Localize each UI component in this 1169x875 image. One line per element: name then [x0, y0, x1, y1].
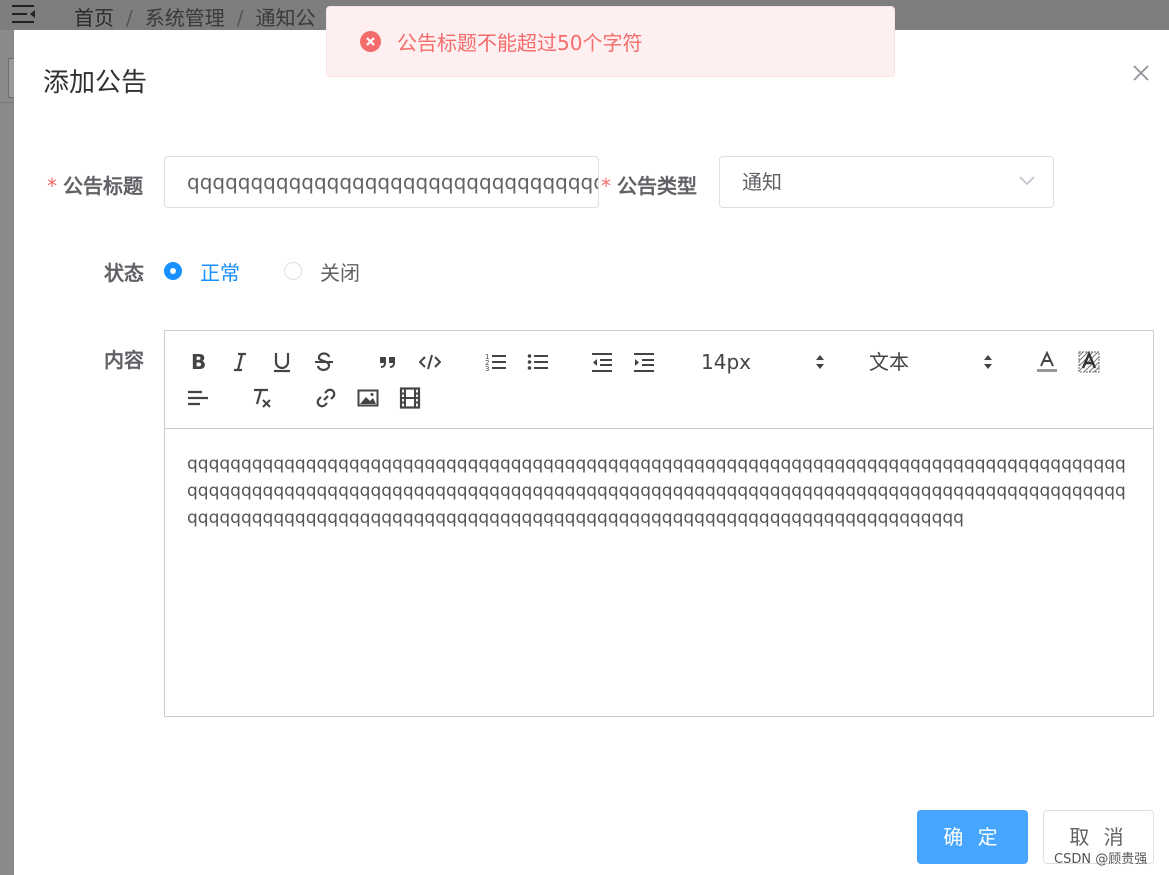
- breadcrumb-separator: /: [126, 6, 133, 30]
- rich-text-editor: B 123 14px 文本 qqqqqqqqqqqqqqqqqqqqqqqqqq…: [164, 330, 1154, 717]
- italic-button[interactable]: [227, 349, 253, 375]
- notice-title-input[interactable]: qqqqqqqqqqqqqqqqqqqqqqqqqqqqqqqqqqqq: [164, 156, 599, 208]
- svg-text:B: B: [191, 351, 206, 373]
- video-button[interactable]: [397, 385, 423, 411]
- code-block-button[interactable]: [417, 349, 443, 375]
- underline-icon: [274, 353, 290, 373]
- breadcrumb-system[interactable]: 系统管理: [145, 6, 225, 30]
- font-size-picker[interactable]: 14px: [701, 349, 831, 375]
- watermark: CSDN @顾贵强: [1054, 852, 1148, 867]
- add-notice-dialog: 添加公告 * 公告标题 qqqqqqqqqqqqqqqqqqqqqqqqqqqqq…: [14, 30, 1169, 875]
- breadcrumb: 首页 / 系统管理 / 通知公: [74, 2, 316, 31]
- bold-icon: B: [191, 351, 206, 373]
- dialog-title: 添加公告: [43, 68, 148, 98]
- status-option-label: 正常: [200, 260, 240, 285]
- error-message-text: 公告标题不能超过50个字符: [397, 31, 643, 55]
- background-color-button[interactable]: [1076, 349, 1102, 375]
- background-divider: [0, 102, 14, 103]
- svg-text:3: 3: [485, 365, 489, 373]
- link-icon: [316, 388, 336, 408]
- status-radio-closed[interactable]: 关闭: [284, 257, 360, 286]
- notice-type-label-text: 公告类型: [617, 174, 697, 198]
- ordered-list-button[interactable]: 123: [483, 349, 509, 375]
- hamburger-icon[interactable]: [12, 4, 36, 24]
- video-icon: [399, 387, 421, 409]
- notice-title-label: * 公告标题: [47, 170, 143, 199]
- status-radio-group: 正常 关闭: [164, 257, 404, 286]
- quote-icon: [380, 357, 395, 368]
- updown-arrows-icon: [816, 355, 824, 369]
- status-label: 状态: [104, 261, 144, 285]
- breadcrumb-home[interactable]: 首页: [74, 6, 114, 30]
- breadcrumb-separator: /: [236, 6, 244, 30]
- error-message-toast: 公告标题不能超过50个字符: [326, 6, 895, 77]
- font-color-icon: [1037, 351, 1057, 372]
- notice-title-value: qqqqqqqqqqqqqqqqqqqqqqqqqqqqqqqqqqqq: [187, 170, 599, 194]
- editor-toolbar: B 123 14px 文本: [165, 331, 1153, 429]
- blockquote-button[interactable]: [375, 349, 401, 375]
- notice-type-select[interactable]: 通知: [719, 156, 1054, 208]
- required-mark: *: [47, 174, 57, 198]
- clear-format-icon: [254, 388, 271, 408]
- status-radio-normal[interactable]: 正常: [164, 257, 240, 286]
- underline-button[interactable]: [269, 349, 295, 375]
- content-label: 内容: [104, 348, 144, 372]
- strikethrough-icon: [315, 352, 333, 372]
- bullet-list-button[interactable]: [525, 349, 551, 375]
- radio-checked-icon: [164, 262, 182, 280]
- indent-button[interactable]: [631, 349, 657, 375]
- close-icon[interactable]: [1131, 63, 1151, 83]
- bullet-list-icon: [527, 354, 548, 370]
- notice-type-label: * 公告类型: [601, 170, 697, 199]
- code-icon: [419, 354, 441, 370]
- breadcrumb-notice: 通知公: [255, 6, 316, 30]
- status-option-label: 关闭: [320, 260, 360, 285]
- outdent-button[interactable]: [589, 349, 615, 375]
- clear-format-button[interactable]: [249, 385, 275, 411]
- notice-title-label-text: 公告标题: [63, 174, 143, 198]
- header-value: 文本: [869, 350, 909, 374]
- link-button[interactable]: [313, 385, 339, 411]
- background-color-icon: [1078, 351, 1100, 373]
- bold-button[interactable]: B: [185, 349, 211, 375]
- chevron-down-icon: [1019, 176, 1035, 186]
- text-color-button[interactable]: [1034, 349, 1060, 375]
- font-size-value: 14px: [701, 350, 751, 374]
- radio-unchecked-icon: [284, 262, 302, 280]
- header-picker[interactable]: 文本: [869, 349, 999, 375]
- indent-icon: [634, 353, 654, 372]
- align-left-icon: [188, 390, 208, 406]
- confirm-button[interactable]: 确 定: [917, 810, 1028, 864]
- editor-content-area[interactable]: qqqqqqqqqqqqqqqqqqqqqqqqqqqqqqqqqqqqqqqq…: [187, 451, 1127, 532]
- align-button[interactable]: [185, 385, 211, 411]
- image-button[interactable]: [355, 385, 381, 411]
- updown-arrows-icon: [984, 355, 992, 369]
- ordered-list-icon: 123: [485, 353, 506, 373]
- outdent-icon: [592, 353, 612, 372]
- italic-icon: [234, 352, 246, 372]
- strike-button[interactable]: [311, 349, 337, 375]
- error-circle-icon: [360, 31, 381, 52]
- notice-type-value: 通知: [742, 170, 782, 194]
- image-icon: [357, 389, 379, 407]
- required-mark: *: [601, 174, 611, 198]
